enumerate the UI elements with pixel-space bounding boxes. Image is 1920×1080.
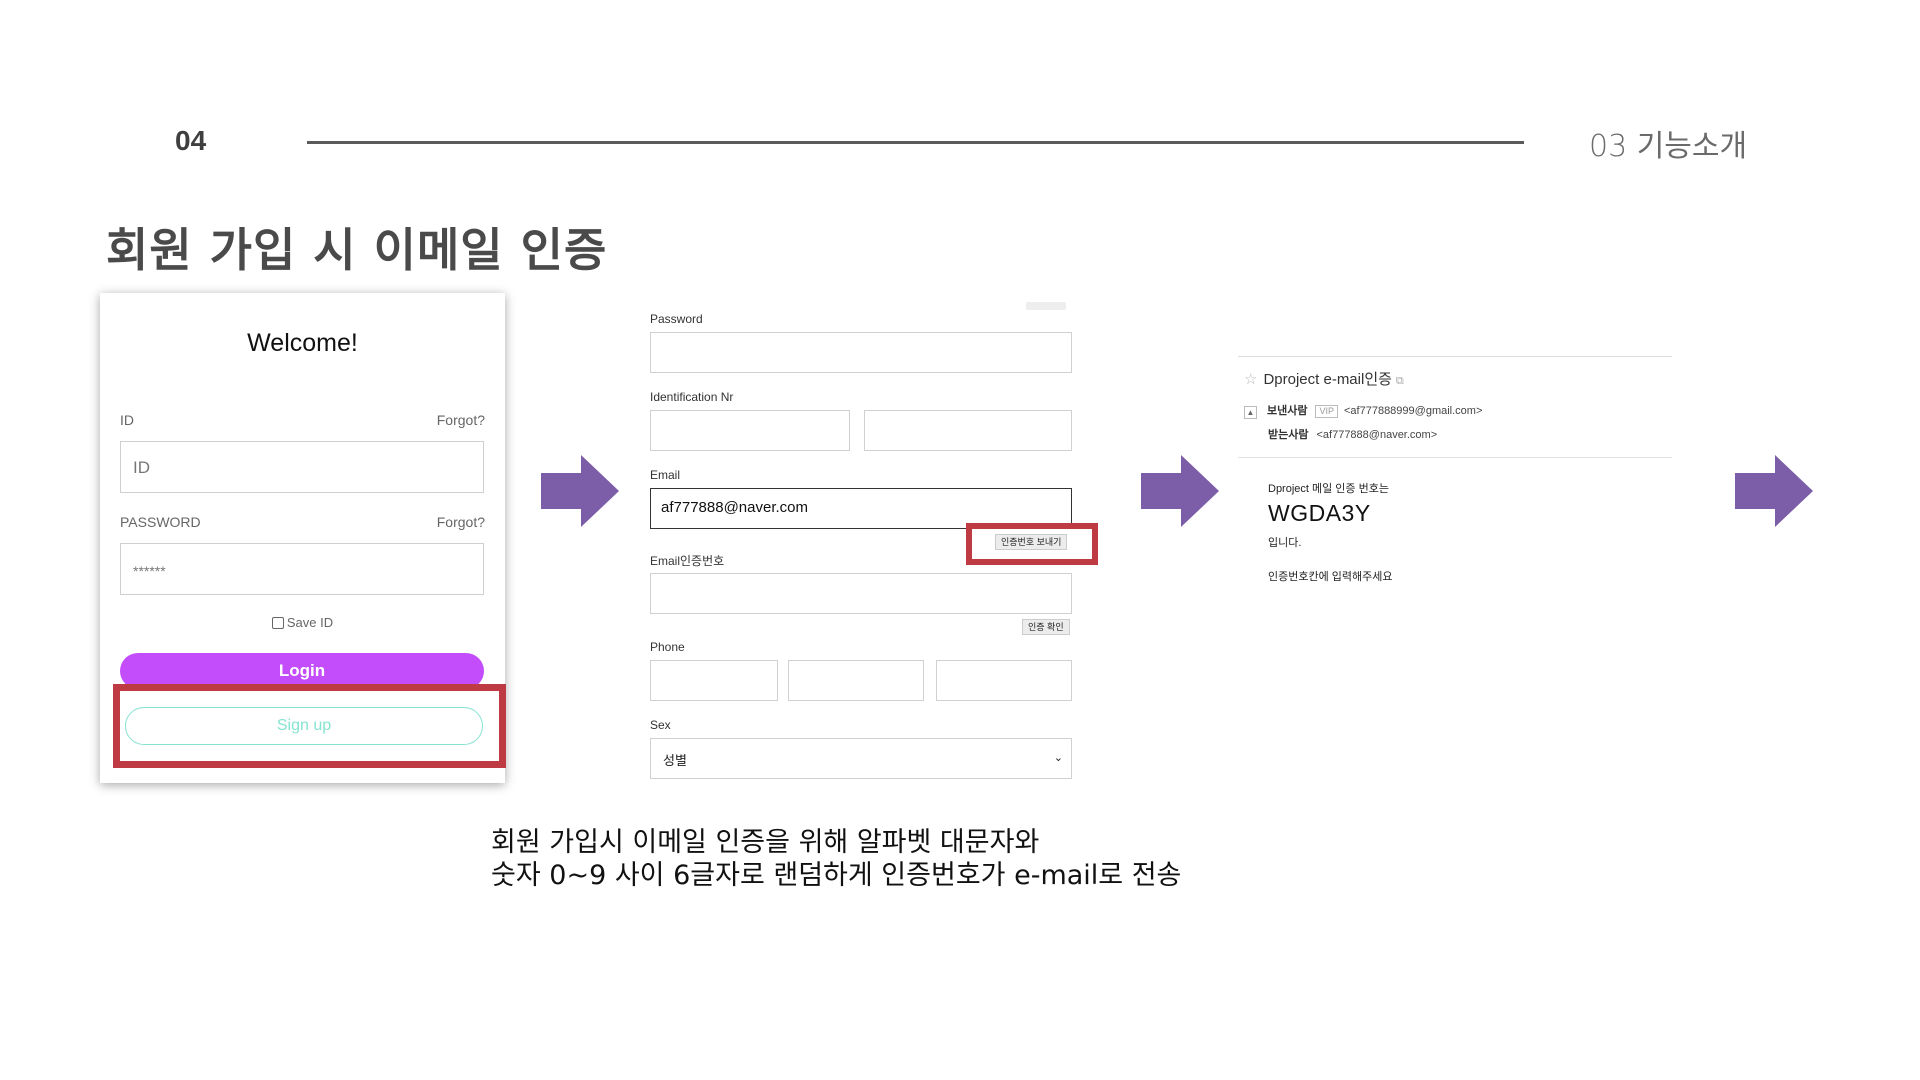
password-input[interactable]: ****** <box>120 543 484 595</box>
phone-input-3[interactable] <box>936 660 1072 701</box>
star-icon[interactable]: ☆ <box>1244 371 1257 388</box>
id-input[interactable]: ID <box>120 441 484 493</box>
id-forgot-link[interactable]: Forgot? <box>437 412 485 428</box>
sex-label: Sex <box>650 718 671 732</box>
confirm-code-button[interactable]: 인증 확인 <box>1022 619 1070 635</box>
page-number: 04 <box>175 125 207 156</box>
email-header-divider <box>1238 457 1672 458</box>
arrow-right-icon <box>1735 455 1813 527</box>
recipient-address[interactable]: <af777888@naver.com> <box>1316 429 1437 441</box>
slide-title: 회원 가입 시 이메일 인증 <box>106 223 608 277</box>
email-code-label: Email인증번호 <box>650 554 725 568</box>
phone-label: Phone <box>650 640 685 654</box>
email-subject: ☆ Dproject e-mail인증 ⧉ <box>1244 368 1404 389</box>
password-label: PASSWORD <box>120 514 201 530</box>
save-id-option[interactable]: Save ID <box>100 615 505 630</box>
caption-line-2: 숫자 0~9 사이 6글자로 랜덤하게 인증번호가 e-mail로 전송 <box>491 860 1182 891</box>
caption: 회원 가입시 이메일 인증을 위해 알파벳 대문자와 숫자 0~9 사이 6글자… <box>491 826 1181 892</box>
signup-highlight-box <box>113 684 506 768</box>
email-code-input[interactable] <box>650 573 1072 614</box>
arrow-right-icon <box>541 455 619 527</box>
recipient-label: 받는사람 <box>1268 429 1309 441</box>
email-body-intro: Dproject 메일 인증 번호는 <box>1268 483 1389 495</box>
save-id-label: Save ID <box>286 615 334 630</box>
arrow-right-icon <box>1141 455 1219 527</box>
email-top-divider <box>1238 356 1672 357</box>
chevron-down-icon: ⌄ <box>1053 752 1063 764</box>
password-forgot-link[interactable]: Forgot? <box>437 514 485 530</box>
email-body-suffix: 입니다. <box>1268 537 1302 549</box>
email-subject-text: Dproject e-mail인증 <box>1263 371 1392 388</box>
login-title: Welcome! <box>247 329 358 357</box>
verification-code: WGDA3Y <box>1268 500 1371 526</box>
email-label: Email <box>650 468 681 482</box>
identification-input-1[interactable] <box>650 410 850 451</box>
caption-line-1: 회원 가입시 이메일 인증을 위해 알파벳 대문자와 <box>491 827 1040 858</box>
collapse-toggle-icon[interactable]: ▲ <box>1244 406 1257 419</box>
identification-label: Identification Nr <box>650 390 734 404</box>
sender-row: ▲ 보낸사람 VIP <af777888999@gmail.com> <box>1244 402 1482 419</box>
email-body-instruction: 인증번호칸에 입력해주세요 <box>1268 571 1393 583</box>
recipient-row: 받는사람 <af777888@naver.com> <box>1268 426 1437 442</box>
header-divider <box>307 141 1524 144</box>
identification-input-2[interactable] <box>864 410 1072 451</box>
send-code-highlight-box <box>966 523 1098 565</box>
id-label: ID <box>120 412 134 428</box>
form-top-stub <box>1026 302 1066 310</box>
email-view: ☆ Dproject e-mail인증 ⧉ ▲ 보낸사람 VIP <af777888999… <box>1238 356 1672 606</box>
section-label: 03 기능소개 <box>1589 129 1748 164</box>
signup-password-input[interactable] <box>650 332 1072 373</box>
save-id-checkbox[interactable] <box>271 617 284 629</box>
sender-label: 보낸사람 <box>1267 405 1308 417</box>
external-link-icon[interactable]: ⧉ <box>1396 375 1404 387</box>
password-field-label: Password <box>650 312 703 326</box>
sex-select[interactable]: 성별 ⌄ <box>650 738 1072 779</box>
vip-badge: VIP <box>1315 405 1338 418</box>
phone-input-2[interactable] <box>788 660 924 701</box>
sender-address[interactable]: <af777888999@gmail.com> <box>1344 405 1482 417</box>
sex-select-value: 성별 <box>663 753 687 768</box>
phone-input-1[interactable] <box>650 660 778 701</box>
